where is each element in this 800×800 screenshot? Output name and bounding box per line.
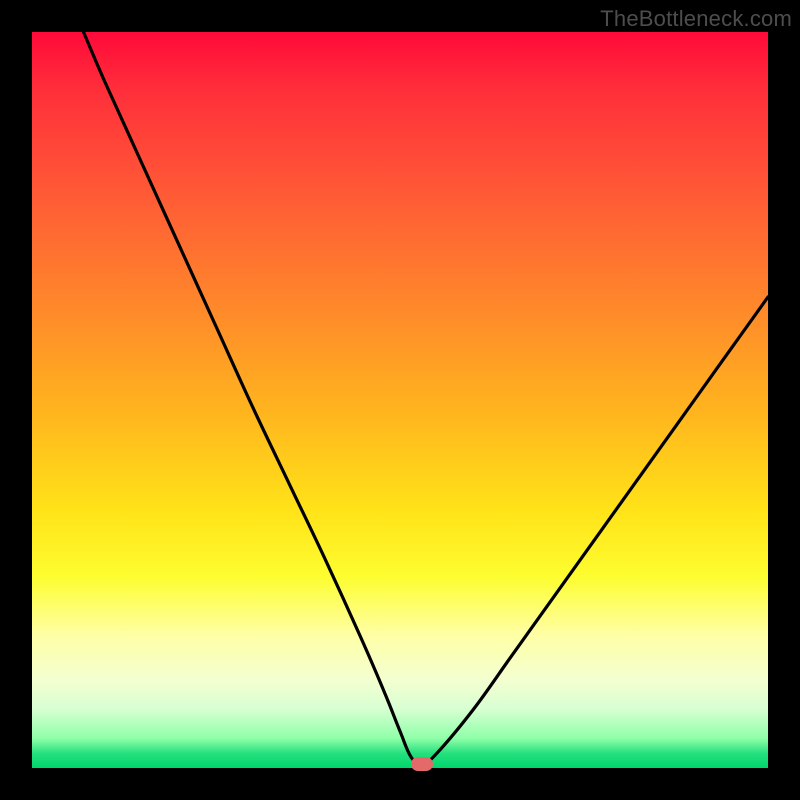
chart-frame: TheBottleneck.com: [0, 0, 800, 800]
bottleneck-curve: [32, 32, 768, 768]
plot-area: [32, 32, 768, 768]
watermark-text: TheBottleneck.com: [600, 6, 792, 32]
optimum-marker: [411, 757, 433, 771]
